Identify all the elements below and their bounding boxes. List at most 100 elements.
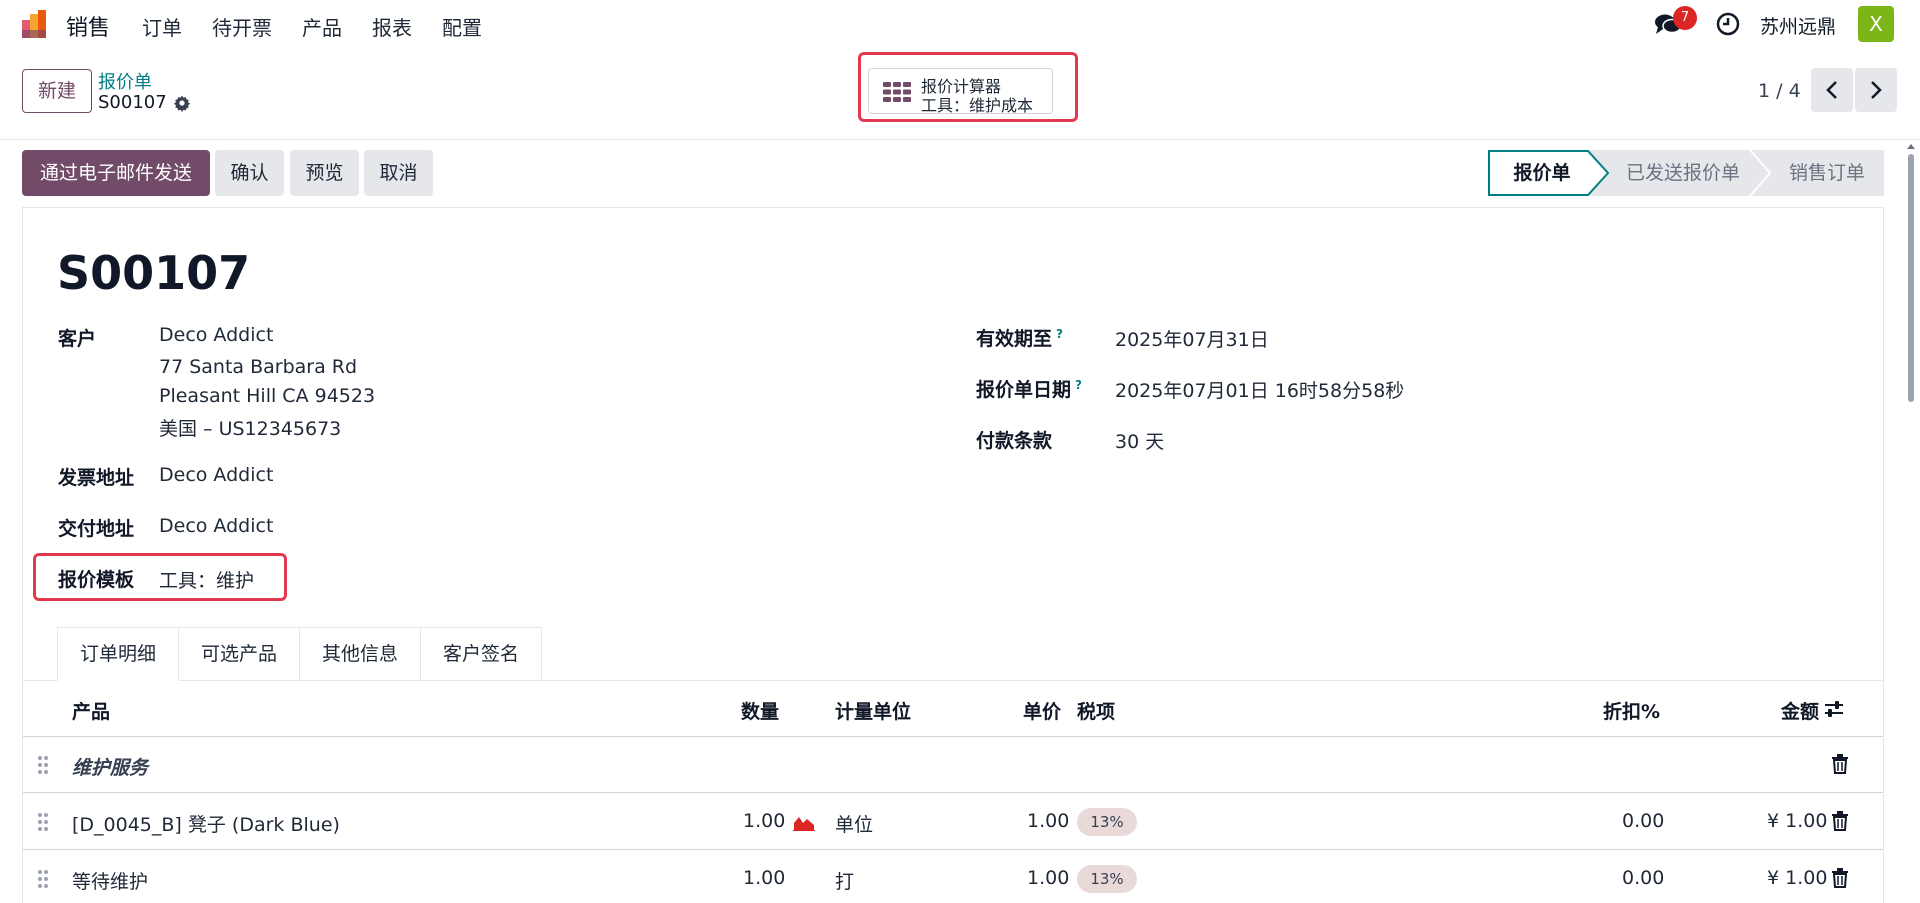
activity-clock-icon[interactable]: [1716, 12, 1740, 36]
trash-icon[interactable]: [1831, 868, 1849, 888]
section-name[interactable]: 维护服务: [72, 753, 148, 780]
page-scrollbar[interactable]: [1906, 142, 1916, 903]
calculator-subtitle: 工具：维护成本: [921, 96, 1034, 115]
status-step-quotation[interactable]: 报价单: [1488, 150, 1596, 196]
quotation-date-label-text: 报价单日期: [976, 379, 1072, 401]
nav-menu-orders[interactable]: 订单: [142, 12, 182, 41]
preview-button[interactable]: 预览: [290, 150, 359, 196]
tab-order-lines[interactable]: 订单明细: [57, 627, 180, 681]
row-unit-price[interactable]: 1.00: [1027, 867, 1069, 889]
row-amount: ¥ 1.00: [1767, 867, 1828, 889]
nav-menu-configuration[interactable]: 配置: [442, 12, 482, 41]
pager-previous-button[interactable]: [1811, 68, 1853, 112]
trash-icon[interactable]: [1831, 811, 1849, 831]
drag-handle-icon[interactable]: [37, 812, 49, 832]
breadcrumb-current: S00107: [98, 92, 191, 113]
nav-menu-to-invoice[interactable]: 待开票: [212, 12, 272, 41]
column-quantity[interactable]: 数量: [741, 697, 779, 724]
trash-icon[interactable]: [1831, 754, 1849, 774]
customer-address-line2: Pleasant Hill CA 94523: [159, 385, 376, 407]
confirm-button[interactable]: 确认: [215, 150, 284, 196]
breadcrumb-quotations-link[interactable]: 报价单: [98, 68, 152, 94]
chevron-left-icon: [1826, 81, 1837, 99]
quotation-date-label: 报价单日期?: [976, 375, 1082, 402]
row-product[interactable]: [D_0045_B] 凳子 (Dark Blue): [72, 810, 340, 837]
drag-handle-icon[interactable]: [37, 755, 49, 775]
pager-value[interactable]: 1 / 4: [1758, 80, 1801, 102]
chat-badge: 7: [1673, 6, 1697, 30]
order-lines-header: 产品 数量 计量单位 单价 税项 折扣% 金额: [23, 681, 1883, 737]
scrollbar-thumb[interactable]: [1908, 154, 1914, 402]
column-amount[interactable]: 金额: [1781, 697, 1819, 724]
customer-address-line3: 美国 – US12345673: [159, 418, 342, 440]
form-sheet: S00107 客户 Deco Addict 77 Santa Barbara R…: [22, 207, 1884, 903]
customer-address-line1: 77 Santa Barbara Rd: [159, 356, 358, 378]
row-uom[interactable]: 单位: [835, 810, 873, 837]
payment-terms-field[interactable]: 30 天: [1115, 427, 1164, 454]
delivery-address-field[interactable]: Deco Addict: [159, 515, 273, 537]
grid-icon: [883, 82, 911, 102]
new-button[interactable]: 新建: [22, 69, 92, 113]
control-panel: 新建 报价单 S00107 报价计算器 工具：维护成本 1 / 4: [0, 48, 1920, 140]
column-product[interactable]: 产品: [72, 697, 110, 724]
invoice-address-label: 发票地址: [58, 467, 135, 489]
sales-app-logo-icon[interactable]: [20, 8, 52, 40]
tab-optional-products[interactable]: 可选产品: [179, 627, 301, 681]
nav-app-name[interactable]: 销售: [66, 10, 110, 42]
valid-until-label: 有效期至?: [976, 324, 1063, 351]
tax-badge[interactable]: 13%: [1077, 865, 1137, 893]
table-row[interactable]: [D_0045_B] 凳子 (Dark Blue) 1.00 单位 1.00 1…: [23, 794, 1883, 850]
help-tooltip-icon[interactable]: ?: [1056, 327, 1063, 341]
scroll-up-arrow-icon[interactable]: [1907, 142, 1915, 150]
table-section-row[interactable]: 维护服务: [23, 737, 1883, 793]
column-discount[interactable]: 折扣%: [1603, 697, 1660, 724]
quotation-template-label: 报价模板: [58, 569, 135, 591]
quotation-template-field[interactable]: 工具：维护: [159, 566, 254, 593]
notebook-tabs: 订单明细 可选产品 其他信息 客户签名: [57, 627, 543, 681]
quotation-date-field[interactable]: 2025年07月01日 16时58分58秒: [1115, 376, 1404, 403]
column-unit-price[interactable]: 单价: [1023, 697, 1061, 724]
quote-calculator-button[interactable]: 报价计算器 工具：维护成本: [868, 68, 1053, 115]
valid-until-field[interactable]: 2025年07月31日: [1115, 325, 1269, 352]
gear-icon[interactable]: [173, 94, 191, 112]
row-discount[interactable]: 0.00: [1622, 867, 1664, 889]
row-amount: ¥ 1.00: [1767, 810, 1828, 832]
invoice-address-field[interactable]: Deco Addict: [159, 464, 273, 486]
tax-badge[interactable]: 13%: [1077, 808, 1137, 836]
top-navbar: 销售 订单 待开票 产品 报表 配置 7 苏州远鼎 X: [0, 0, 1920, 48]
user-avatar[interactable]: X: [1858, 6, 1894, 42]
company-name[interactable]: 苏州远鼎: [1760, 12, 1836, 39]
row-discount[interactable]: 0.00: [1622, 810, 1664, 832]
tab-customer-signature[interactable]: 客户签名: [421, 627, 543, 681]
nav-menu-products[interactable]: 产品: [302, 12, 342, 41]
nav-menu: 订单 待开票 产品 报表 配置: [142, 12, 512, 41]
customer-label: 客户: [58, 328, 97, 350]
status-step-quotation-sent[interactable]: 已发送报价单: [1608, 150, 1758, 196]
pager-next-button[interactable]: [1855, 68, 1897, 112]
status-bar: 报价单 已发送报价单 销售订单: [1488, 150, 1884, 196]
table-row[interactable]: 等待维护 1.00 打 1.00 13% 0.00 ¥ 1.00: [23, 851, 1883, 903]
row-product[interactable]: 等待维护: [72, 867, 148, 894]
help-tooltip-icon[interactable]: ?: [1075, 378, 1082, 392]
nav-menu-reporting[interactable]: 报表: [372, 12, 412, 41]
row-quantity[interactable]: 1.00: [743, 867, 785, 889]
payment-terms-label: 付款条款: [976, 430, 1053, 452]
valid-until-label-text: 有效期至: [976, 328, 1053, 350]
delivery-address-label: 交付地址: [58, 518, 135, 540]
tab-other-info[interactable]: 其他信息: [300, 627, 422, 681]
breadcrumb-current-label: S00107: [98, 92, 167, 113]
row-quantity[interactable]: 1.00: [743, 810, 785, 832]
document-title: S00107: [57, 246, 251, 300]
optional-columns-sliders-icon[interactable]: [1823, 699, 1845, 719]
column-uom[interactable]: 计量单位: [835, 697, 911, 724]
row-uom[interactable]: 打: [835, 867, 854, 894]
column-taxes[interactable]: 税项: [1077, 697, 1115, 724]
chevron-right-icon: [1871, 81, 1882, 99]
drag-handle-icon[interactable]: [37, 869, 49, 889]
status-step-sales-order[interactable]: 销售订单: [1770, 150, 1884, 196]
customer-name[interactable]: Deco Addict: [159, 324, 273, 346]
send-by-email-button[interactable]: 通过电子邮件发送: [22, 150, 210, 196]
cancel-button[interactable]: 取消: [364, 150, 433, 196]
row-unit-price[interactable]: 1.00: [1027, 810, 1069, 832]
forecast-area-chart-icon[interactable]: [793, 813, 815, 831]
